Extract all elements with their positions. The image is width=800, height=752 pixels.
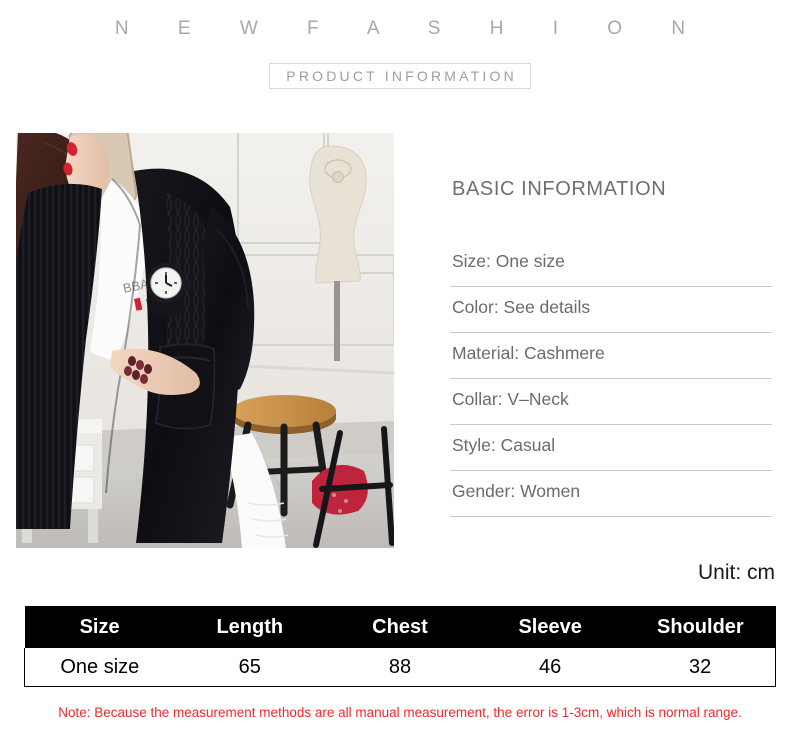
spec-row-gender: Gender: Women xyxy=(450,471,772,517)
measurement-note: Note: Because the measurement methods ar… xyxy=(58,705,742,720)
basic-information-heading: BASIC INFORMATION xyxy=(452,178,667,200)
column-header-shoulder: Shoulder xyxy=(625,606,776,648)
column-header-sleeve: Sleeve xyxy=(475,606,626,648)
brand-title: N E W F A S H I O N xyxy=(114,18,708,39)
column-header-size: Size xyxy=(24,606,175,648)
spec-row-collar: Collar: V–Neck xyxy=(450,379,772,425)
table-row: One size 65 88 46 32 xyxy=(23,648,777,687)
product-information-badge: PRODUCT INFORMATION xyxy=(269,63,531,89)
product-photo: BBAB xyxy=(16,133,394,548)
cell-chest: 88 xyxy=(324,648,476,687)
unit-label: Unit: cm xyxy=(697,561,775,584)
column-header-length: Length xyxy=(174,606,325,648)
spec-row-color: Color: See details xyxy=(450,287,772,333)
size-chart-table: Size Length Chest Sleeve Shoulder One si… xyxy=(23,606,777,687)
product-information-label: PRODUCT INFORMATION xyxy=(286,68,517,84)
cell-size: One size xyxy=(23,648,175,687)
spec-row-style: Style: Casual xyxy=(450,425,772,471)
basic-information-panel: BASIC INFORMATION Size: One size Color: … xyxy=(450,178,772,517)
cell-shoulder: 32 xyxy=(625,648,777,687)
column-header-chest: Chest xyxy=(324,606,476,648)
cell-sleeve: 46 xyxy=(475,648,626,687)
spec-row-size: Size: One size xyxy=(450,241,772,287)
spec-row-material: Material: Cashmere xyxy=(450,333,772,379)
table-header-row: Size Length Chest Sleeve Shoulder xyxy=(24,606,776,648)
cell-length: 65 xyxy=(174,648,325,687)
